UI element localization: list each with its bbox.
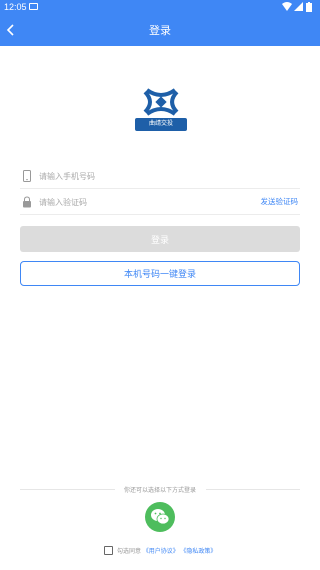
status-icons [276, 2, 316, 12]
notification-icon [29, 3, 38, 10]
send-code-button[interactable]: 发送验证码 [261, 196, 299, 207]
agreement-text: 勾选同意 《用户协议》 《隐私政策》 [117, 546, 216, 555]
status-bar: 12:05 [0, 0, 320, 14]
agreement-checkbox[interactable] [104, 546, 113, 555]
phone-field-row [20, 163, 300, 189]
phone-icon [23, 170, 31, 182]
wifi-icon [282, 2, 292, 11]
wechat-login-button[interactable] [145, 502, 175, 532]
nav-bar: 登录 [0, 14, 320, 46]
login-button[interactable]: 登录 [20, 226, 300, 252]
onekey-login-button[interactable]: 本机号码一键登录 [20, 261, 300, 286]
code-field-row: 发送验证码 [20, 189, 300, 215]
phone-input[interactable] [39, 169, 219, 183]
agreement-prefix: 勾选同意 [117, 549, 142, 555]
divider-right [206, 489, 300, 490]
user-agreement-link[interactable]: 《用户协议》 [143, 549, 179, 555]
battery-icon [306, 2, 312, 12]
logo-text: 曲靖交投 [135, 118, 187, 131]
status-time: 12:05 [4, 2, 27, 12]
alt-login-label: 你还可以选择以下方式登录 [123, 488, 196, 494]
verification-code-input[interactable] [39, 195, 219, 209]
agreement-row: 勾选同意 《用户协议》 《隐私政策》 [104, 545, 284, 557]
signal-icon [294, 2, 303, 11]
lock-icon [23, 196, 31, 208]
divider-left [20, 489, 115, 490]
page-title: 登录 [149, 25, 171, 37]
privacy-policy-link[interactable]: 《隐私政策》 [180, 549, 216, 555]
wechat-icon [151, 509, 170, 525]
